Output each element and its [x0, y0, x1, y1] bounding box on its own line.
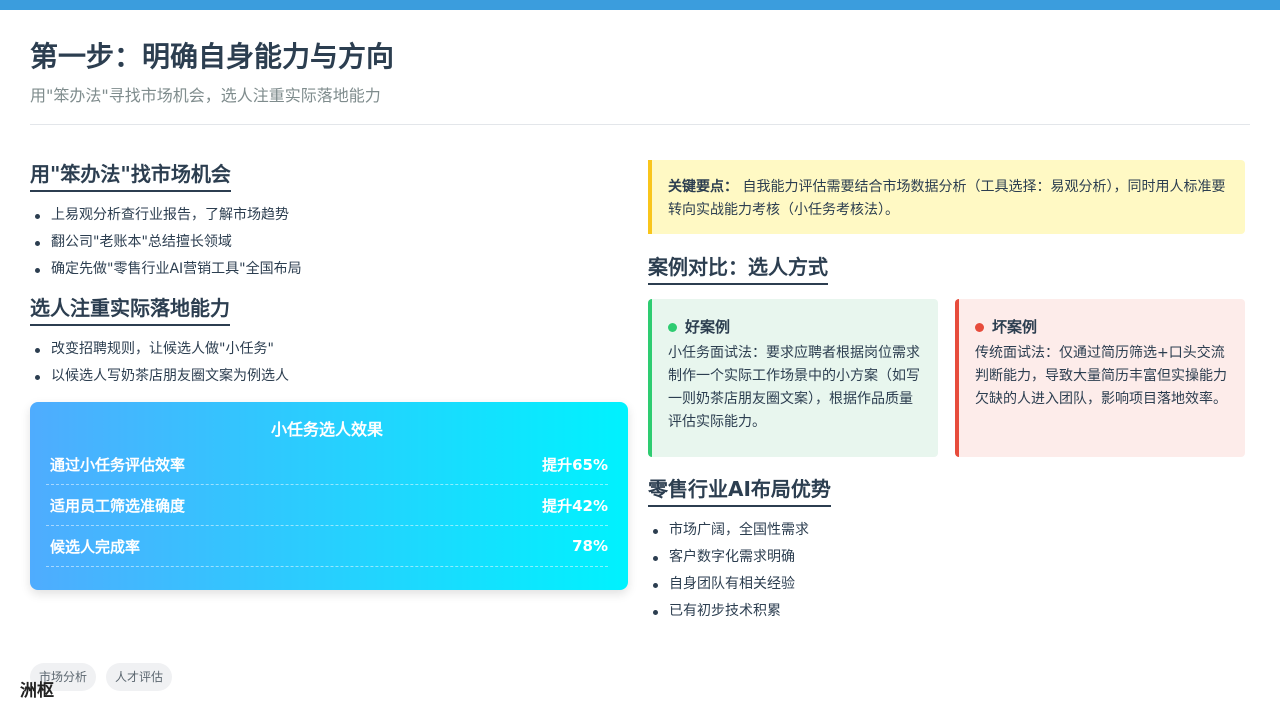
page-title: 第一步：明确自身能力与方向	[30, 40, 395, 73]
metric-label: 通过小任务评估效率	[50, 455, 186, 474]
brand-logo: 洲枢	[20, 681, 54, 701]
list-item: 确定先做"零售行业AI营销工具"全国布局	[30, 256, 628, 283]
effect-card: 小任务选人效果 通过小任务评估效率 提升65% 适用员工筛选准确度 提升42% …	[30, 402, 628, 590]
section-title-advantages: 零售行业AI布局优势	[648, 475, 831, 507]
list-item: 以候选人写奶茶店朋友圈文案为例选人	[30, 363, 628, 390]
list-item: 已有初步技术积累	[648, 598, 1245, 625]
metric-label: 适用员工筛选准确度	[50, 496, 186, 515]
hiring-list: 改变招聘规则，让候选人做"小任务" 以候选人写奶茶店朋友圈文案为例选人	[30, 336, 628, 390]
metric-row: 适用员工筛选准确度 提升42%	[46, 485, 608, 526]
metric-value: 78%	[572, 537, 608, 555]
bad-case-card: 坏案例 传统面试法：仅通过简历筛选+口头交流判断能力，导致大量简历丰富但实操能力…	[955, 299, 1245, 457]
case-comparison: 好案例 小任务面试法：要求应聘者根据岗位需求制作一个实际工作场景中的小方案（如写…	[648, 299, 1245, 457]
left-column: 用"笨办法"找市场机会 上易观分析查行业报告，了解市场趋势 翻公司"老账本"总结…	[30, 160, 628, 590]
section-title-hiring: 选人注重实际落地能力	[30, 294, 230, 326]
top-accent-bar	[0, 0, 1280, 10]
red-dot-icon	[975, 322, 984, 332]
good-case-header: 好案例	[668, 315, 922, 339]
page-subtitle: 用"笨办法"寻找市场机会，选人注重实际落地能力	[30, 86, 381, 105]
good-case-title: 好案例	[685, 318, 731, 336]
green-dot-icon	[668, 322, 677, 332]
list-item: 客户数字化需求明确	[648, 544, 1245, 571]
list-item: 翻公司"老账本"总结擅长领域	[30, 229, 628, 256]
bad-case-title: 坏案例	[992, 318, 1038, 336]
right-column: 关键要点： 自我能力评估需要结合市场数据分析（工具选择：易观分析），同时用人标准…	[648, 160, 1245, 625]
bad-case-header: 坏案例	[975, 315, 1229, 339]
section-title-cases: 案例对比：选人方式	[648, 253, 828, 285]
metric-value: 提升42%	[542, 496, 608, 515]
advantages-list: 市场广阔，全国性需求 客户数字化需求明确 自身团队有相关经验 已有初步技术积累	[648, 517, 1245, 625]
page-header: 第一步：明确自身能力与方向 用"笨办法"寻找市场机会，选人注重实际落地能力	[30, 38, 1250, 125]
bad-case-text: 传统面试法：仅通过简历筛选+口头交流判断能力，导致大量简历丰富但实操能力欠缺的人…	[975, 345, 1227, 407]
key-point-label: 关键要点：	[668, 179, 738, 195]
list-item: 自身团队有相关经验	[648, 571, 1245, 598]
key-point-text: 自我能力评估需要结合市场数据分析（工具选择：易观分析），同时用人标准要转向实战能…	[668, 179, 1226, 218]
metric-row: 通过小任务评估效率 提升65%	[46, 444, 608, 485]
good-case-card: 好案例 小任务面试法：要求应聘者根据岗位需求制作一个实际工作场景中的小方案（如写…	[648, 299, 938, 457]
effect-card-title: 小任务选人效果	[270, 420, 383, 439]
market-list: 上易观分析查行业报告，了解市场趋势 翻公司"老账本"总结擅长领域 确定先做"零售…	[30, 202, 628, 283]
metric-row: 候选人完成率 78%	[46, 526, 608, 567]
metric-label: 候选人完成率	[50, 537, 141, 556]
list-item: 上易观分析查行业报告，了解市场趋势	[30, 202, 628, 229]
key-point-callout: 关键要点： 自我能力评估需要结合市场数据分析（工具选择：易观分析），同时用人标准…	[648, 160, 1245, 234]
metric-value: 提升65%	[542, 455, 608, 474]
tag-talent-assessment[interactable]: 人才评估	[106, 663, 173, 691]
good-case-text: 小任务面试法：要求应聘者根据岗位需求制作一个实际工作场景中的小方案（如写一则奶茶…	[668, 345, 920, 430]
section-title-market: 用"笨办法"找市场机会	[30, 160, 231, 192]
list-item: 市场广阔，全国性需求	[648, 517, 1245, 544]
list-item: 改变招聘规则，让候选人做"小任务"	[30, 336, 628, 363]
